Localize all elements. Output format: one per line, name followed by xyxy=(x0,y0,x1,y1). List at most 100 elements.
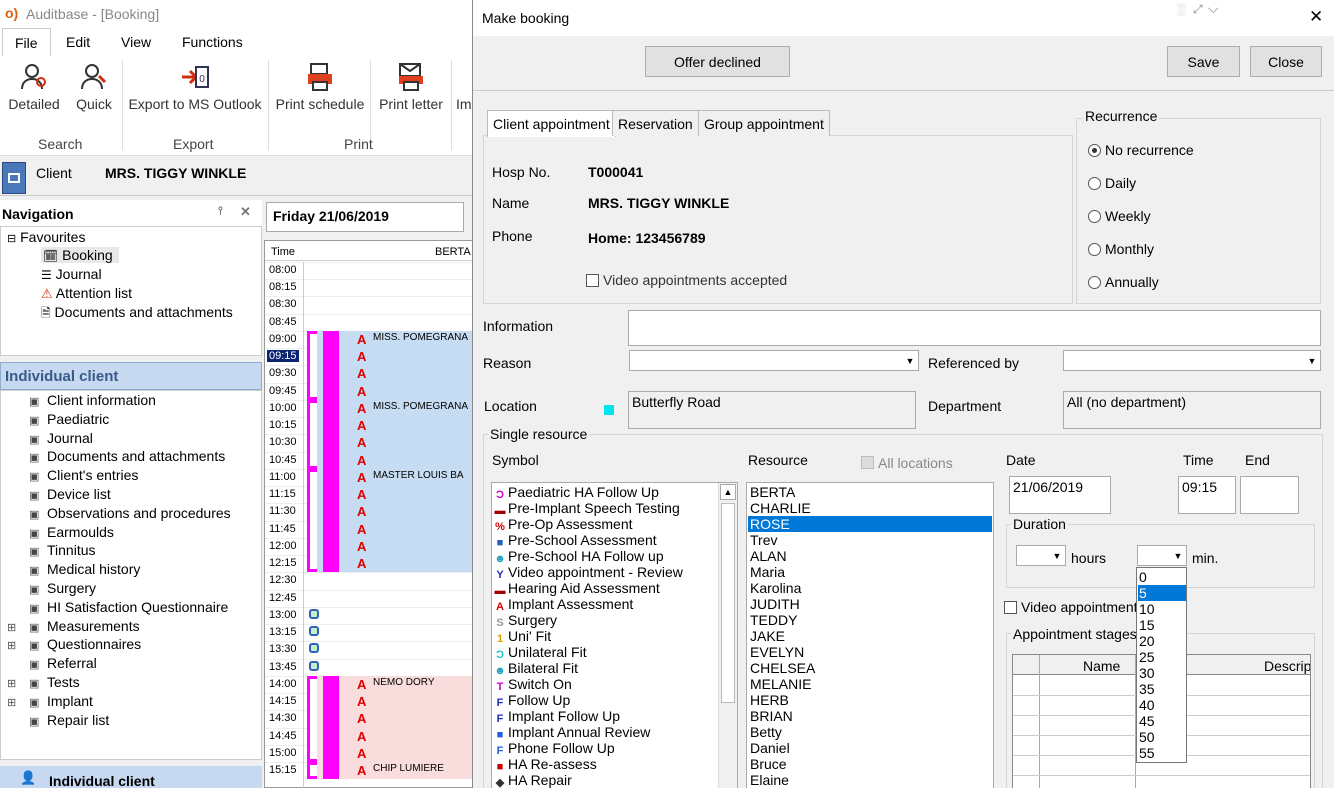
tab-file[interactable]: File xyxy=(2,28,51,57)
close-icon[interactable]: ✕ xyxy=(240,204,251,220)
individual-item[interactable]: ▣ Referral xyxy=(7,655,97,671)
resource-list-item[interactable]: HERB xyxy=(748,692,992,708)
fav-item-booking[interactable]: 🗓 Booking xyxy=(41,247,119,263)
radio-no-recurrence[interactable] xyxy=(1088,144,1101,157)
resource-list-item[interactable]: Daniel xyxy=(748,740,992,756)
individual-item[interactable]: ▣ Device list xyxy=(7,486,111,502)
symbol-list-item[interactable]: F Phone Follow Up xyxy=(494,740,615,757)
save-button[interactable]: Save xyxy=(1167,46,1240,77)
minute-option[interactable]: 15 xyxy=(1138,617,1186,633)
minute-option[interactable]: 20 xyxy=(1138,633,1186,649)
date-input[interactable]: 21/06/2019 xyxy=(1009,476,1111,514)
appointment-block[interactable]: MASTER LOUIS BA A A A A A A xyxy=(307,468,475,573)
individual-client-footer[interactable]: 👤 Individual client xyxy=(0,766,262,788)
minute-option[interactable]: 0 xyxy=(1138,569,1186,585)
schedule-date-bar[interactable]: Friday 21/06/2019 xyxy=(266,202,464,232)
minute-option[interactable]: 30 xyxy=(1138,665,1186,681)
fav-item-journal[interactable]: ☰ Journal xyxy=(41,266,102,282)
symbol-list-item[interactable]: ☻ Pre-School HA Follow up xyxy=(494,548,663,565)
resource-list-item[interactable]: EVELYN xyxy=(748,644,992,660)
minutes-options-list[interactable]: 0 5 10 15 20 25 30 35 40 45 50 55 xyxy=(1136,567,1187,763)
tab-edit[interactable]: Edit xyxy=(66,34,90,50)
symbol-list-item[interactable]: ☻ Bilateral Fit xyxy=(494,660,578,677)
resource-list-item[interactable]: Betty xyxy=(748,724,992,740)
time-input[interactable]: 09:15 xyxy=(1178,476,1236,514)
expand-icon[interactable]: ⊞ xyxy=(7,621,19,634)
radio-daily[interactable] xyxy=(1088,177,1101,190)
referenced-by-dropdown[interactable]: ▼ xyxy=(1063,350,1321,371)
tab-functions[interactable]: Functions xyxy=(182,34,243,50)
radio-weekly[interactable] xyxy=(1088,210,1101,223)
schedule-row[interactable]: 08:45 xyxy=(265,313,475,331)
minute-option[interactable]: 50 xyxy=(1138,729,1186,745)
symbol-list-item[interactable]: F Follow Up xyxy=(494,692,571,709)
individual-item[interactable]: ▣ Documents and attachments xyxy=(7,448,225,464)
print-schedule-button[interactable]: Print schedule xyxy=(272,62,368,112)
schedule-row[interactable]: 12:45 xyxy=(265,589,475,607)
minute-option[interactable]: 55 xyxy=(1138,745,1186,761)
detailed-search-button[interactable]: Detailed xyxy=(4,62,64,112)
schedule-row[interactable]: 08:15 xyxy=(265,279,475,296)
symbol-list-item[interactable]: A Implant Assessment xyxy=(494,596,633,613)
minute-option[interactable]: 40 xyxy=(1138,697,1186,713)
minute-option[interactable]: 25 xyxy=(1138,649,1186,665)
resource-list[interactable]: BERTA CHARLIE ROSE Trev ALAN Maria Karolina JUD… xyxy=(746,482,994,788)
appointment-block[interactable]: NEMO DORY A A A A A xyxy=(307,675,475,763)
symbol-list-item[interactable]: S Surgery xyxy=(494,612,557,629)
symbol-list-item[interactable]: ■ HA Re-assess xyxy=(494,756,597,773)
appointment-block[interactable]: CHIP LUMIERE A xyxy=(307,762,475,780)
hours-dropdown[interactable]: ▼ xyxy=(1016,545,1066,566)
appointment-block[interactable]: MISS. POMEGRANA A A A A xyxy=(307,399,475,469)
quick-search-button[interactable]: Quick xyxy=(70,62,118,112)
individual-item[interactable]: ▣ Paediatric xyxy=(7,411,109,427)
schedule-grid[interactable]: Time BERTA 08:00 08:15 08:30 08:45 09:00 09:1… xyxy=(264,240,475,788)
print-letter-button[interactable]: Print letter xyxy=(374,62,448,112)
resource-list-item[interactable]: TEDDY xyxy=(748,612,992,628)
symbol-list-item[interactable]: ■ Implant Annual Review xyxy=(494,724,651,741)
symbol-list-item[interactable]: ▬ Hearing Aid Assessment xyxy=(494,580,660,597)
schedule-row[interactable]: 12:30 xyxy=(265,572,475,589)
resource-list-item[interactable]: JAKE xyxy=(748,628,992,644)
schedule-row[interactable]: 13:45 xyxy=(265,658,475,676)
tab-group-appointment[interactable]: Group appointment xyxy=(698,110,830,136)
fav-item-attention-list[interactable]: ⚠ Attention list xyxy=(41,285,132,302)
symbol-list-item[interactable]: % Pre-Op Assessment xyxy=(494,516,632,533)
symbol-list-item[interactable]: Y Video appointment - Review xyxy=(494,564,683,581)
symbol-list-item[interactable]: Ɔ Paediatric HA Follow Up xyxy=(494,484,659,501)
scroll-thumb[interactable] xyxy=(721,503,735,703)
expand-icon[interactable]: ⊞ xyxy=(7,696,19,709)
chevron-down-icon[interactable]: ⌵ xyxy=(1208,0,1219,17)
end-input[interactable] xyxy=(1240,476,1299,514)
individual-item[interactable]: ▣ Client's entries xyxy=(7,467,138,483)
fav-item-documents[interactable]: 🗎 Documents and attachments xyxy=(41,304,233,325)
minute-option[interactable]: 45 xyxy=(1138,713,1186,729)
resource-list-item[interactable]: JUDITH xyxy=(748,596,992,612)
radio-monthly[interactable] xyxy=(1088,243,1101,256)
resource-list-item[interactable]: CHARLIE xyxy=(748,500,992,516)
symbol-list-item[interactable]: ▬ Pre-Implant Speech Testing xyxy=(494,500,680,517)
individual-item[interactable]: ▣ Journal xyxy=(7,430,93,446)
resource-list-item[interactable]: BERTA xyxy=(748,484,992,500)
individual-item[interactable]: ▣ Earmoulds xyxy=(7,524,114,540)
resource-list-item[interactable]: Elaine xyxy=(748,772,992,788)
individual-item[interactable]: ▣ Repair list xyxy=(7,712,109,728)
appointment-block[interactable]: MISS. POMEGRANA A A A A xyxy=(307,330,475,400)
favourites-node[interactable]: ⊟ Favourites xyxy=(7,229,85,245)
symbol-list-item[interactable]: T Switch On xyxy=(494,676,572,693)
resource-list-item[interactable]: Bruce xyxy=(748,756,992,772)
symbol-scrollbar[interactable]: ▲ xyxy=(718,483,737,788)
all-locations-checkbox[interactable] xyxy=(861,456,874,469)
information-input[interactable] xyxy=(628,310,1321,346)
close-button[interactable]: Close xyxy=(1250,46,1322,77)
expand-icon[interactable]: ⊞ xyxy=(7,639,19,652)
minute-option[interactable]: 35 xyxy=(1138,681,1186,697)
individual-item[interactable]: ⊞ ▣ Measurements xyxy=(7,618,140,634)
symbol-list-item[interactable]: F Implant Follow Up xyxy=(494,708,620,725)
export-outlook-button[interactable]: 0 Export to MS Outlook xyxy=(124,62,266,112)
dialog-close-icon[interactable]: ✕ xyxy=(1309,7,1323,27)
individual-item[interactable]: ▣ HI Satisfaction Questionnaire xyxy=(7,599,228,615)
resource-list-item[interactable]: ALAN xyxy=(748,548,992,564)
individual-item[interactable]: ▣ Medical history xyxy=(7,561,140,577)
schedule-row[interactable]: 13:15 xyxy=(265,624,475,641)
individual-item[interactable]: ▣ Surgery xyxy=(7,580,96,596)
